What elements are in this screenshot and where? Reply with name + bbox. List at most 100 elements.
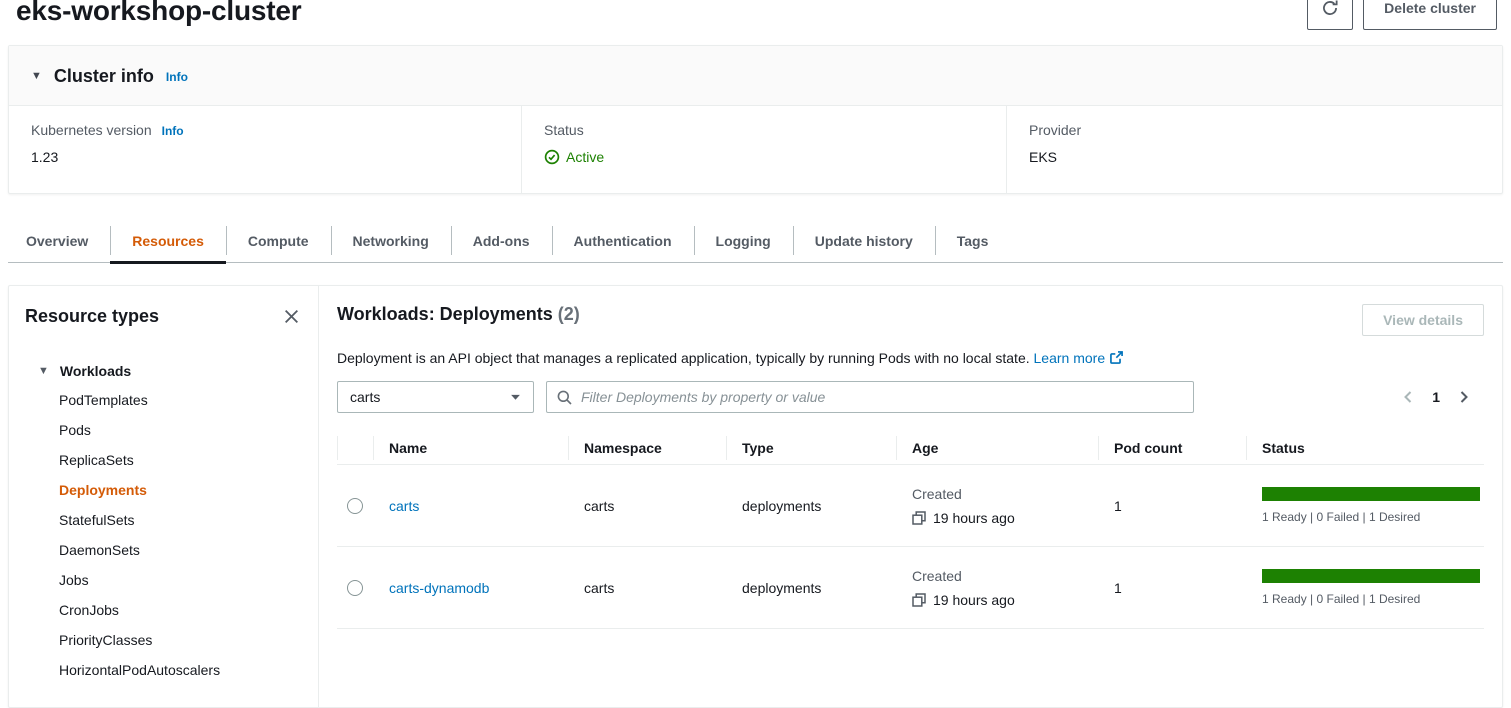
pod-count-cell: 1	[1098, 580, 1246, 596]
cluster-info-body: Kubernetes version Info 1.23 Status Acti…	[9, 106, 1502, 193]
sidebar-title: Resource types	[25, 306, 159, 327]
sidebar-item[interactable]: ReplicaSets	[59, 445, 302, 475]
kubernetes-version-info-link[interactable]: Info	[162, 124, 184, 138]
column-header-pod-count: Pod count	[1098, 431, 1246, 464]
status-text: 1 Ready | 0 Failed | 1 Desired	[1262, 592, 1480, 606]
view-details-button[interactable]: View details	[1362, 304, 1484, 336]
filter-dropdown[interactable]: carts	[337, 381, 534, 413]
cluster-info-card: ▼ Cluster info Info Kubernetes version I…	[8, 45, 1503, 194]
tab-label: Add-ons	[473, 233, 530, 249]
table-row: carts-dynamodb carts deployments Created…	[337, 547, 1484, 629]
header-actions: Delete cluster	[1307, 0, 1497, 30]
status-text: 1 Ready | 0 Failed | 1 Desired	[1262, 510, 1480, 524]
age-cell: Created 19 hours ago	[896, 568, 1098, 608]
row-select-radio[interactable]	[347, 580, 363, 596]
tab[interactable]: Networking	[331, 219, 451, 262]
deployments-table: Name Namespace Type Age Pod count Status…	[337, 431, 1484, 629]
sidebar-group-label: Workloads	[60, 363, 131, 379]
sidebar-item[interactable]: PriorityClasses	[59, 625, 302, 655]
tab[interactable]: Tags	[935, 219, 1011, 262]
tab-label: Tags	[957, 233, 989, 249]
deployments-title: Workloads: Deployments	[337, 304, 553, 324]
filter-dropdown-value: carts	[350, 389, 380, 405]
cluster-info-header[interactable]: ▼ Cluster info Info	[9, 46, 1502, 106]
column-header-namespace: Namespace	[568, 431, 726, 464]
sidebar-group-workloads[interactable]: ▼ Workloads	[25, 363, 302, 379]
sidebar-item[interactable]: Deployments	[59, 475, 302, 505]
column-header-type: Type	[726, 431, 896, 464]
tab-label: Update history	[815, 233, 913, 249]
delete-cluster-button[interactable]: Delete cluster	[1363, 0, 1497, 30]
age-created-label: Created	[912, 486, 1098, 502]
pod-count-cell: 1	[1098, 498, 1246, 514]
deployment-name-link[interactable]: carts-dynamodb	[389, 580, 489, 596]
status-field: Status Active	[521, 106, 1006, 193]
sidebar-item[interactable]: CronJobs	[59, 595, 302, 625]
sidebar-item[interactable]: HorizontalPodAutoscalers	[59, 655, 302, 685]
sidebar-item[interactable]: PodTemplates	[59, 385, 302, 415]
learn-more-label: Learn more	[1034, 350, 1106, 366]
resource-types-sidebar: Resource types ▼ Workloads PodTemplates …	[9, 286, 319, 707]
search-input[interactable]	[581, 389, 1183, 405]
type-cell: deployments	[726, 580, 896, 596]
tab[interactable]: Authentication	[552, 219, 694, 262]
status-check-icon	[544, 149, 560, 165]
column-header-age: Age	[896, 431, 1098, 464]
sidebar-item[interactable]: Jobs	[59, 565, 302, 595]
kubernetes-version-label: Kubernetes version	[31, 122, 152, 138]
sidebar-items: PodTemplates Pods ReplicaSets Deployment…	[25, 385, 302, 685]
copy-icon[interactable]	[912, 511, 926, 525]
page-title: eks-workshop-cluster	[16, 0, 301, 27]
tab-label: Overview	[26, 233, 88, 249]
deployments-content: Workloads: Deployments (2) View details …	[319, 286, 1502, 707]
row-select-radio[interactable]	[347, 498, 363, 514]
status-bar	[1262, 487, 1480, 501]
cluster-info-info-link[interactable]: Info	[166, 70, 188, 84]
refresh-icon	[1321, 0, 1339, 17]
deployments-description: Deployment is an API object that manages…	[337, 350, 1030, 366]
next-page-button[interactable]	[1456, 388, 1472, 406]
tab-label: Authentication	[574, 233, 672, 249]
collapse-caret-icon: ▼	[31, 71, 42, 82]
deployment-name-link[interactable]: carts	[389, 498, 419, 514]
cluster-tabs: Overview Resources Compute Networking Ad…	[8, 219, 1503, 263]
tab[interactable]: Overview	[8, 219, 110, 262]
provider-value: EKS	[1029, 149, 1480, 165]
kubernetes-version-field: Kubernetes version Info 1.23	[9, 106, 521, 193]
tab[interactable]: Compute	[226, 219, 331, 262]
sidebar-item[interactable]: StatefulSets	[59, 505, 302, 535]
status-cell: 1 Ready | 0 Failed | 1 Desired	[1246, 569, 1484, 606]
search-icon	[557, 390, 572, 405]
age-value: 19 hours ago	[933, 592, 1015, 608]
previous-page-button[interactable]	[1400, 388, 1416, 406]
tab-label: Resources	[132, 233, 204, 249]
kubernetes-version-value: 1.23	[31, 149, 499, 165]
status-cell: 1 Ready | 0 Failed | 1 Desired	[1246, 487, 1484, 524]
status-value: Active	[566, 149, 604, 165]
age-value: 19 hours ago	[933, 510, 1015, 526]
tab-label: Compute	[248, 233, 309, 249]
table-header-row: Name Namespace Type Age Pod count Status	[337, 431, 1484, 465]
sidebar-item[interactable]: DaemonSets	[59, 535, 302, 565]
cluster-info-title: Cluster info	[54, 66, 154, 87]
tab[interactable]: Logging	[694, 219, 793, 262]
tab[interactable]: Resources	[110, 219, 226, 262]
copy-icon[interactable]	[912, 593, 926, 607]
tab[interactable]: Add-ons	[451, 219, 552, 262]
pagination: 1	[1400, 388, 1484, 406]
deployments-count: (2)	[558, 304, 580, 324]
sidebar-item[interactable]: Pods	[59, 415, 302, 445]
group-caret-icon: ▼	[38, 366, 49, 377]
tab[interactable]: Update history	[793, 219, 935, 262]
age-cell: Created 19 hours ago	[896, 486, 1098, 526]
provider-field: Provider EKS	[1006, 106, 1502, 193]
type-cell: deployments	[726, 498, 896, 514]
resources-panel: Resource types ▼ Workloads PodTemplates …	[8, 285, 1503, 708]
refresh-button[interactable]	[1307, 0, 1353, 30]
sidebar-close-button[interactable]	[281, 306, 302, 327]
close-icon	[283, 308, 300, 325]
tab-label: Networking	[353, 233, 429, 249]
namespace-cell: carts	[568, 498, 726, 514]
learn-more-link[interactable]: Learn more	[1034, 350, 1124, 366]
search-box	[546, 381, 1194, 413]
